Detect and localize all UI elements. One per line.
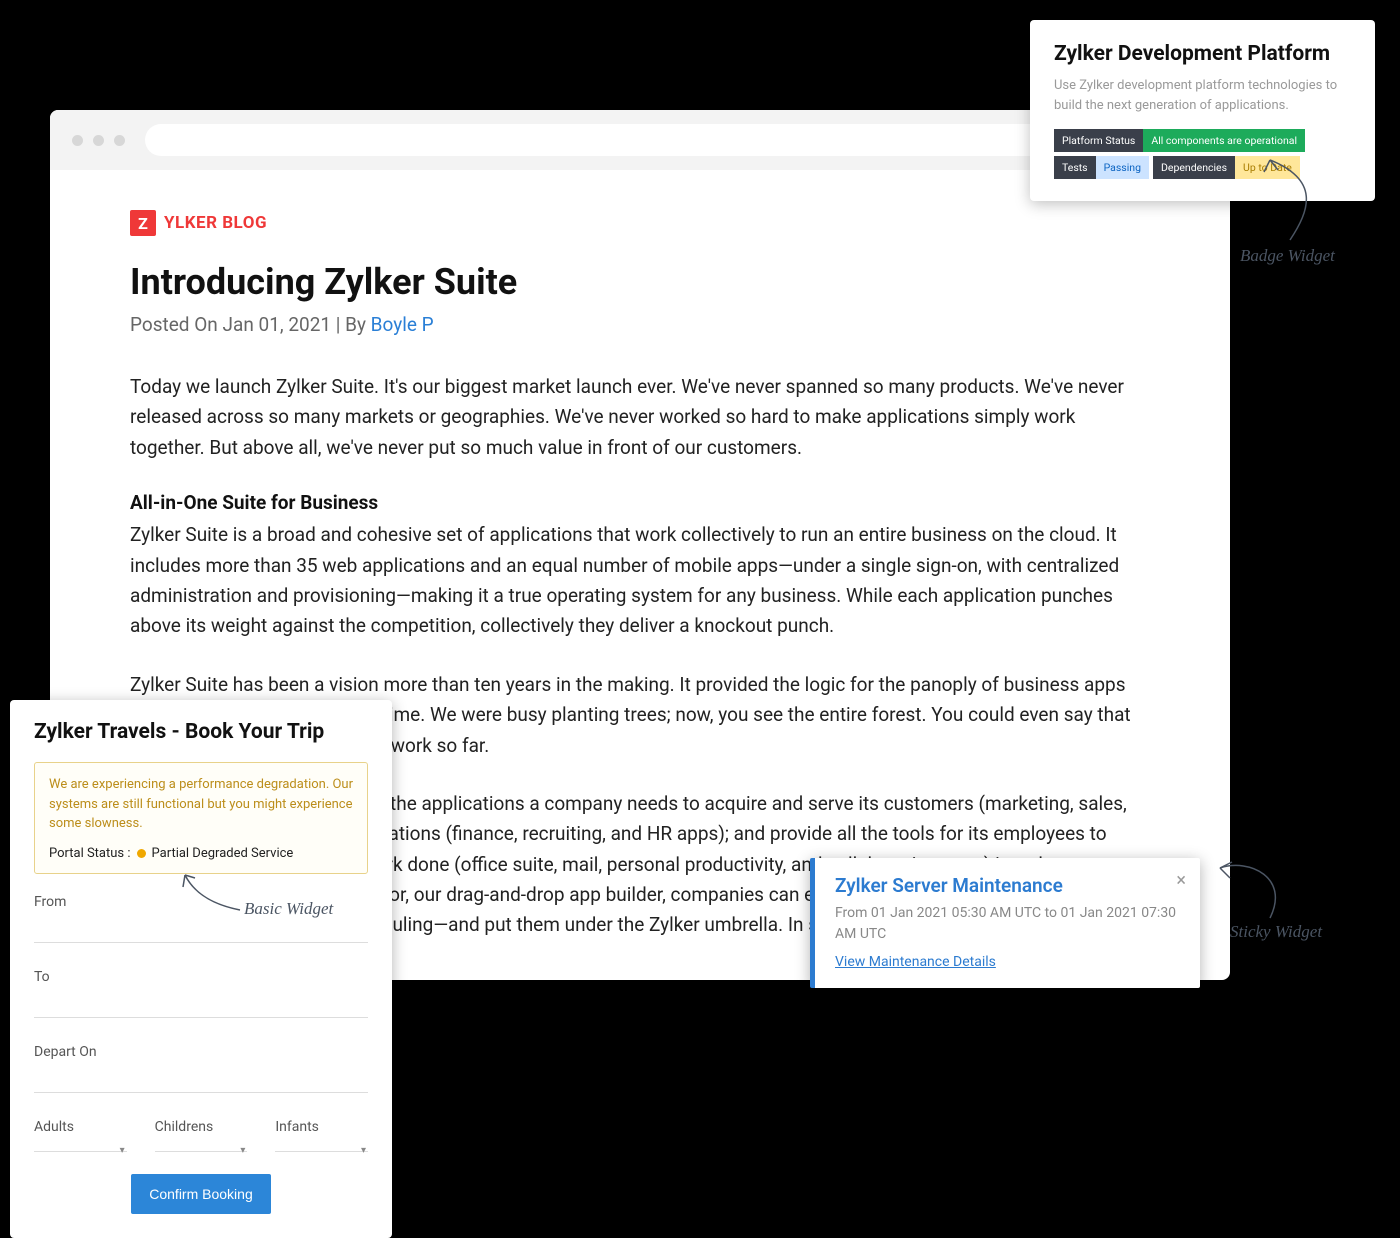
sticky-description: From 01 Jan 2021 05:30 AM UTC to 01 Jan … <box>835 903 1180 945</box>
paragraph: Zylker Suite is a broad and cohesive set… <box>130 520 1150 642</box>
badge-label: Tests <box>1054 156 1096 179</box>
travel-card: Zylker Travels - Book Your Trip We are e… <box>10 700 392 1238</box>
badge-value: Passing <box>1096 156 1149 179</box>
status-prefix: Portal Status : <box>49 846 131 861</box>
to-row: To <box>34 969 368 1018</box>
blog-logo: Z YLKER BLOG <box>130 210 1150 236</box>
dot <box>114 135 125 146</box>
dev-title: Zylker Development Platform <box>1054 42 1351 66</box>
depart-input[interactable] <box>34 1068 368 1093</box>
status-badge: TestsPassing <box>1054 156 1149 179</box>
window-dots <box>72 135 125 146</box>
badge-value: All components are operational <box>1143 129 1305 152</box>
adults-select[interactable] <box>34 1143 127 1152</box>
arrow-curve <box>1230 150 1330 250</box>
subheading: All-in-One Suite for Business <box>130 491 1150 514</box>
posted-prefix: Posted On <box>130 313 223 336</box>
sticky-link[interactable]: View Maintenance Details <box>835 954 996 970</box>
status-warning-box: We are experiencing a performance degrad… <box>34 762 368 874</box>
posted-date: Jan 01, 2021 <box>223 313 332 336</box>
passenger-row: Adults Childrens Infants <box>34 1119 368 1152</box>
annotation-badge: Badge Widget <box>1240 246 1335 266</box>
badge-label: Platform Status <box>1054 129 1143 152</box>
dot <box>93 135 104 146</box>
warning-text: We are experiencing a performance degrad… <box>49 775 353 834</box>
arrow-curve <box>1210 848 1310 928</box>
dev-description: Use Zylker development platform technolo… <box>1054 76 1351 115</box>
author-link[interactable]: Boyle P <box>371 313 434 336</box>
depart-label: Depart On <box>34 1044 368 1060</box>
confirm-booking-button[interactable]: Confirm Booking <box>131 1174 271 1214</box>
logo-mark: Z <box>130 210 156 236</box>
status-dot-icon <box>137 849 146 858</box>
portal-status: Portal Status : Partial Degraded Service <box>49 846 353 861</box>
badge-label: Dependencies <box>1153 156 1235 179</box>
dot <box>72 135 83 146</box>
arrow-curve <box>175 870 255 920</box>
paragraph: Today we launch Zylker Suite. It's our b… <box>130 372 1150 463</box>
logo-text: YLKER BLOG <box>164 213 267 233</box>
adults-label: Adults <box>34 1119 127 1135</box>
status-badge: Platform StatusAll components are operat… <box>1054 129 1305 152</box>
depart-row: Depart On <box>34 1044 368 1093</box>
travel-title: Zylker Travels - Book Your Trip <box>34 720 368 744</box>
infants-label: Infants <box>275 1119 368 1135</box>
article-title: Introducing Zylker Suite <box>130 261 1150 303</box>
annotation-sticky: Sticky Widget <box>1230 922 1322 942</box>
from-input[interactable] <box>34 918 368 943</box>
to-input[interactable] <box>34 993 368 1018</box>
sticky-widget-card: × Zylker Server Maintenance From 01 Jan … <box>810 858 1200 988</box>
to-label: To <box>34 969 368 985</box>
byline: Posted On Jan 01, 2021 | By Boyle P <box>130 313 1150 336</box>
infants-select[interactable] <box>275 1143 368 1152</box>
children-select[interactable] <box>155 1143 248 1152</box>
children-label: Childrens <box>155 1119 248 1135</box>
sticky-title: Zylker Server Maintenance <box>835 874 1180 897</box>
annotation-basic: Basic Widget <box>244 899 333 919</box>
by-prefix: | By <box>331 313 371 336</box>
status-text: Partial Degraded Service <box>152 846 294 861</box>
close-icon[interactable]: × <box>1176 870 1186 891</box>
